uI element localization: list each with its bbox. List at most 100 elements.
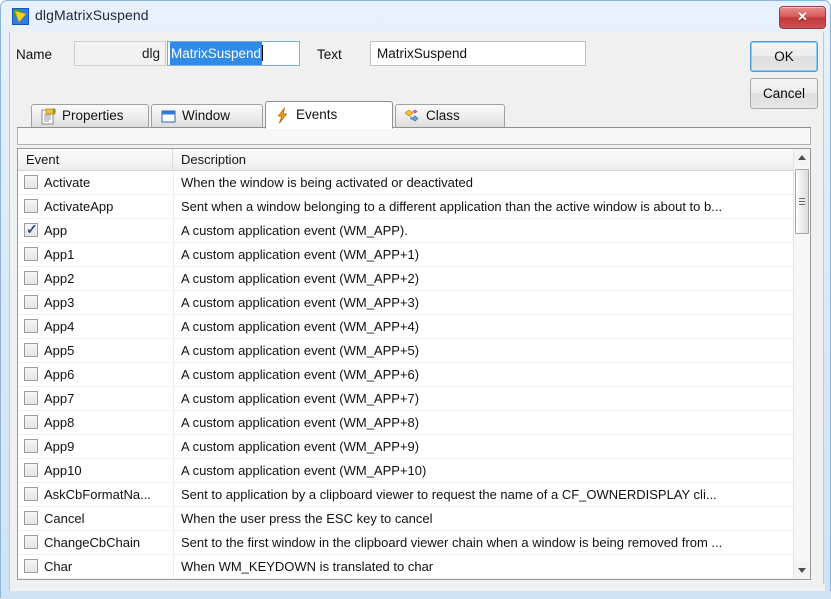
event-description: A custom application event (WM_APP+8) bbox=[181, 411, 793, 434]
table-row[interactable]: CancelWhen the user press the ESC key to… bbox=[18, 507, 810, 531]
event-name: Char bbox=[44, 555, 169, 578]
event-name: App9 bbox=[44, 435, 169, 458]
event-description: A custom application event (WM_APP+9) bbox=[181, 435, 793, 458]
tab-strip: Properties Window Events bbox=[17, 101, 811, 128]
name-input-selected-text: MatrixSuspend bbox=[170, 42, 262, 65]
event-name: Cancel bbox=[44, 507, 169, 530]
table-row[interactable]: App10A custom application event (WM_APP+… bbox=[18, 459, 810, 483]
dialog-window: dlgMatrixSuspend ✕ Name dlg MatrixSuspen… bbox=[0, 0, 831, 598]
row-checkbox[interactable] bbox=[24, 175, 38, 189]
row-checkbox[interactable] bbox=[24, 559, 38, 573]
name-prefix-field[interactable]: dlg bbox=[74, 41, 166, 66]
table-row[interactable]: App1A custom application event (WM_APP+1… bbox=[18, 243, 810, 267]
row-checkbox[interactable] bbox=[24, 295, 38, 309]
event-name: Activate bbox=[44, 171, 169, 194]
event-description: When WM_KEYDOWN is translated to char bbox=[181, 555, 793, 578]
table-row[interactable]: App7 A custom application event (WM_APP+7… bbox=[18, 387, 810, 411]
table-row[interactable]: App9 A custom application event (WM_APP+9… bbox=[18, 435, 810, 459]
event-description: A custom application event (WM_APP+4) bbox=[181, 315, 793, 338]
table-row[interactable]: AskCbFormatNa...Sent to application by a… bbox=[18, 483, 810, 507]
tab-properties[interactable]: Properties bbox=[31, 104, 149, 128]
row-checkbox[interactable] bbox=[24, 271, 38, 285]
column-divider bbox=[173, 363, 174, 386]
event-name: App8 bbox=[44, 411, 169, 434]
column-divider bbox=[173, 315, 174, 338]
class-icon bbox=[404, 108, 421, 125]
table-row[interactable]: ChangeCbChain Sent to the first window in… bbox=[18, 531, 810, 555]
row-checkbox[interactable] bbox=[24, 247, 38, 261]
name-label: Name bbox=[16, 47, 52, 62]
column-divider bbox=[173, 459, 174, 482]
row-checkbox[interactable] bbox=[24, 487, 38, 501]
table-row[interactable]: App8 A custom application event (WM_APP+8… bbox=[18, 411, 810, 435]
row-checkbox[interactable] bbox=[24, 463, 38, 477]
text-label: Text bbox=[317, 47, 342, 62]
column-divider bbox=[173, 339, 174, 362]
properties-icon bbox=[40, 108, 57, 125]
row-checkbox[interactable] bbox=[24, 415, 38, 429]
chevron-down-icon bbox=[798, 568, 806, 573]
list-rows: ActivateWhen the window is being activat… bbox=[18, 171, 810, 579]
app-window-icon bbox=[12, 8, 29, 25]
event-name: App3 bbox=[44, 291, 169, 314]
row-checkbox[interactable] bbox=[24, 319, 38, 333]
text-caret bbox=[262, 45, 263, 61]
tab-panel-strip bbox=[17, 128, 811, 145]
row-checkbox[interactable] bbox=[24, 511, 38, 525]
chevron-up-icon bbox=[798, 155, 806, 160]
event-description: A custom application event (WM_APP+2) bbox=[181, 267, 793, 290]
table-row[interactable]: App4 A custom application event (WM_APP+4… bbox=[18, 315, 810, 339]
row-checkbox[interactable] bbox=[24, 223, 38, 237]
table-row[interactable]: Char When WM_KEYDOWN is translated to cha… bbox=[18, 555, 810, 579]
scrollbar-thumb[interactable] bbox=[795, 169, 809, 234]
lightning-icon bbox=[274, 107, 291, 124]
event-description: A custom application event (WM_APP+7) bbox=[181, 387, 793, 410]
event-description: Sent to application by a clipboard viewe… bbox=[181, 483, 793, 506]
event-name: App1 bbox=[44, 243, 169, 266]
tab-class[interactable]: Class bbox=[395, 104, 505, 128]
row-checkbox[interactable] bbox=[24, 439, 38, 453]
table-row[interactable]: ActivateAppSent when a window belonging … bbox=[18, 195, 810, 219]
row-checkbox[interactable] bbox=[24, 199, 38, 213]
event-name: App4 bbox=[44, 315, 169, 338]
tab-window[interactable]: Window bbox=[151, 104, 263, 128]
event-description: A custom application event (WM_APP+3) bbox=[181, 291, 793, 314]
scroll-up-button[interactable] bbox=[794, 149, 810, 166]
ok-button[interactable]: OK bbox=[750, 41, 818, 72]
column-header-event[interactable]: Event bbox=[18, 149, 173, 170]
event-name: ChangeCbChain bbox=[44, 531, 169, 554]
table-row[interactable]: App6A custom application event (WM_APP+6… bbox=[18, 363, 810, 387]
row-checkbox[interactable] bbox=[24, 343, 38, 357]
row-checkbox[interactable] bbox=[24, 535, 38, 549]
column-header-description[interactable]: Description bbox=[173, 149, 794, 170]
vertical-scrollbar[interactable] bbox=[793, 149, 810, 579]
column-divider bbox=[173, 531, 174, 554]
scroll-down-button[interactable] bbox=[794, 562, 810, 579]
row-checkbox[interactable] bbox=[24, 367, 38, 381]
title-bar[interactable]: dlgMatrixSuspend ✕ bbox=[1, 1, 831, 32]
event-name: App7 bbox=[44, 387, 169, 410]
row-checkbox[interactable] bbox=[24, 391, 38, 405]
events-list: Event Description ActivateWhen the windo… bbox=[17, 148, 811, 580]
event-description: Sent to the first window in the clipboar… bbox=[181, 531, 793, 554]
close-button[interactable]: ✕ bbox=[779, 6, 826, 29]
close-icon: ✕ bbox=[780, 7, 825, 28]
grip-icon bbox=[799, 198, 805, 205]
column-divider bbox=[173, 555, 174, 578]
event-name: App10 bbox=[44, 459, 169, 482]
tab-events[interactable]: Events bbox=[265, 101, 393, 129]
table-row[interactable]: App2A custom application event (WM_APP+2… bbox=[18, 267, 810, 291]
table-row[interactable]: AppA custom application event (WM_APP). bbox=[18, 219, 810, 243]
list-header: Event Description bbox=[18, 149, 810, 171]
event-name: App6 bbox=[44, 363, 169, 386]
client-area: Name dlg MatrixSuspend Text MatrixSuspen… bbox=[9, 32, 824, 591]
table-row[interactable]: App5A custom application event (WM_APP+5… bbox=[18, 339, 810, 363]
table-row[interactable]: ActivateWhen the window is being activat… bbox=[18, 171, 810, 195]
table-row[interactable]: App3 A custom application event (WM_APP+3… bbox=[18, 291, 810, 315]
window-title: dlgMatrixSuspend bbox=[35, 7, 149, 23]
name-input[interactable]: MatrixSuspend bbox=[167, 41, 300, 66]
column-divider bbox=[173, 171, 174, 194]
window-icon bbox=[160, 108, 177, 125]
text-input[interactable]: MatrixSuspend bbox=[370, 41, 586, 66]
column-divider bbox=[173, 291, 174, 314]
